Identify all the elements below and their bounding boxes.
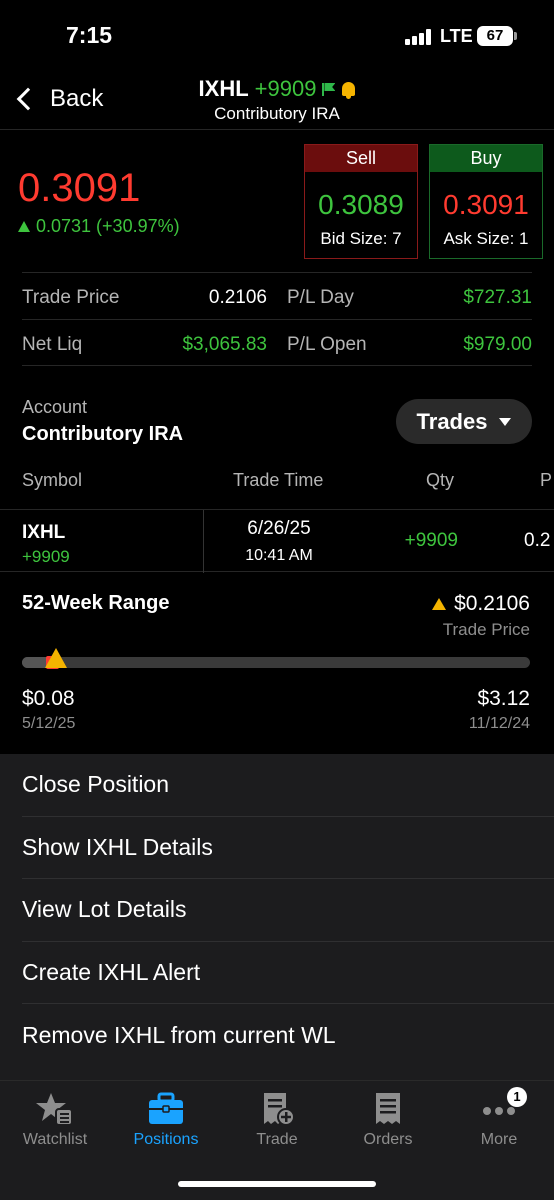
- position-stats: Trade Price 0.2106 P/L Day $727.31 Net L…: [22, 272, 532, 366]
- pl-open-label: P/L Open: [287, 334, 367, 355]
- trade-price-marker-icon: [432, 598, 447, 610]
- notification-badge: 1: [507, 1087, 527, 1107]
- status-bar: 7:15 LTE 67: [0, 0, 554, 74]
- flag-icon: [322, 82, 336, 96]
- remove-from-watchlist-item[interactable]: Remove IXHL from current WL: [22, 1004, 554, 1067]
- up-arrow-icon: [18, 221, 30, 232]
- bid-size: Bid Size: 7: [320, 229, 402, 248]
- table-row[interactable]: IXHL +9909 6/26/25 10:41 AM +9909 0.2: [0, 509, 554, 573]
- tab-watchlist[interactable]: Watchlist: [0, 1091, 110, 1149]
- bid-price: 0.3089: [318, 189, 404, 220]
- trade-price-value: 0.2106: [208, 287, 267, 308]
- home-indicator[interactable]: [178, 1181, 376, 1187]
- network-type: LTE: [440, 26, 473, 46]
- row-symbol: IXHL: [22, 522, 66, 543]
- tab-label: Watchlist: [22, 1131, 88, 1148]
- stat-row: Net Liq $3,065.83 P/L Open $979.00: [22, 319, 532, 366]
- row-trade-date: 6/26/25: [247, 518, 311, 539]
- view-selector-label: Trades: [416, 408, 488, 434]
- pl-day-label: P/L Day: [287, 287, 354, 308]
- tab-label: Trade: [256, 1131, 298, 1148]
- column-header-qty[interactable]: Qty: [426, 470, 454, 491]
- nav-header: Back IXHL +9909 Contributory IRA: [0, 74, 554, 130]
- nav-symbol: IXHL: [198, 76, 249, 101]
- bell-alert-icon: [342, 82, 356, 99]
- range-high-date: 11/12/24: [468, 715, 530, 732]
- account-label: Account: [22, 397, 88, 417]
- range-title: 52-Week Range: [22, 592, 170, 614]
- caret-down-icon: [499, 417, 512, 426]
- account-name: Contributory IRA: [22, 423, 184, 445]
- net-liq-label: Net Liq: [22, 334, 83, 355]
- nav-account: Contributory IRA: [214, 104, 340, 123]
- column-header-price[interactable]: P: [540, 470, 552, 491]
- row-qty: +9909: [404, 530, 458, 551]
- sell-label: Sell: [305, 145, 417, 172]
- column-header-trade-time[interactable]: Trade Time: [233, 470, 323, 491]
- row-price: 0.2: [524, 530, 551, 551]
- star-list-icon: [36, 1093, 73, 1126]
- buy-label: Buy: [430, 145, 542, 172]
- action-menu: Close Position Show IXHL Details View Lo…: [0, 754, 554, 1080]
- pl-day-value: $727.31: [463, 287, 532, 308]
- battery-icon: 67: [477, 26, 517, 46]
- tab-label: Orders: [363, 1131, 413, 1148]
- range-trade-price-value: $0.2106: [454, 592, 530, 615]
- range-high: $3.12: [477, 687, 530, 710]
- briefcase-icon: [149, 1092, 183, 1124]
- trade-price-marker: [44, 648, 67, 668]
- sell-button[interactable]: Sell 0.3089 Bid Size: 7: [304, 144, 418, 259]
- tab-more[interactable]: 1 More: [444, 1087, 554, 1149]
- view-lot-details-item[interactable]: View Lot Details: [22, 879, 554, 942]
- signal-strength-icon: [405, 29, 433, 45]
- tab-trade[interactable]: Trade: [222, 1091, 332, 1149]
- last-price: 0.3091: [18, 166, 141, 210]
- price-change: 0.0731 (+30.97%): [18, 216, 180, 237]
- row-symbol-qty: +9909: [22, 547, 70, 566]
- stat-row: Trade Price 0.2106 P/L Day $727.31: [22, 272, 532, 319]
- ask-price: 0.3091: [443, 189, 529, 220]
- create-alert-item[interactable]: Create IXHL Alert: [22, 942, 554, 1004]
- receipt-plus-icon: [264, 1093, 295, 1126]
- trade-price-label: Trade Price: [22, 287, 120, 308]
- status-time: 7:15: [66, 22, 113, 48]
- tab-label: More: [480, 1131, 518, 1148]
- tab-positions[interactable]: Positions: [111, 1091, 221, 1149]
- column-header-symbol[interactable]: Symbol: [22, 470, 82, 491]
- receipt-icon: [376, 1093, 400, 1124]
- tab-orders[interactable]: Orders: [333, 1091, 443, 1149]
- show-details-item[interactable]: Show IXHL Details: [22, 817, 554, 879]
- ask-size: Ask Size: 1: [443, 229, 529, 248]
- price-change-value: 0.0731 (+30.97%): [36, 216, 180, 236]
- range-low-date: 5/12/25: [22, 715, 76, 732]
- close-position-item[interactable]: Close Position: [22, 754, 554, 817]
- nav-position-qty: +9909: [254, 76, 317, 101]
- range-low: $0.08: [22, 687, 75, 710]
- range-trade-price-label: Trade Price: [442, 620, 530, 639]
- view-selector-dropdown[interactable]: Trades: [396, 399, 532, 444]
- buy-button[interactable]: Buy 0.3091 Ask Size: 1: [429, 144, 543, 259]
- range-bar: [22, 648, 530, 669]
- tab-label: Positions: [133, 1131, 199, 1148]
- net-liq-value: $3,065.83: [182, 334, 267, 355]
- row-trade-time: 10:41 AM: [245, 547, 313, 564]
- table-header: Symbol Trade Time Qty P: [0, 468, 554, 508]
- pl-open-value: $979.00: [463, 334, 532, 355]
- range-trade-price: $0.2106: [432, 592, 530, 616]
- nav-title-block: IXHL +9909 Contributory IRA: [0, 76, 554, 124]
